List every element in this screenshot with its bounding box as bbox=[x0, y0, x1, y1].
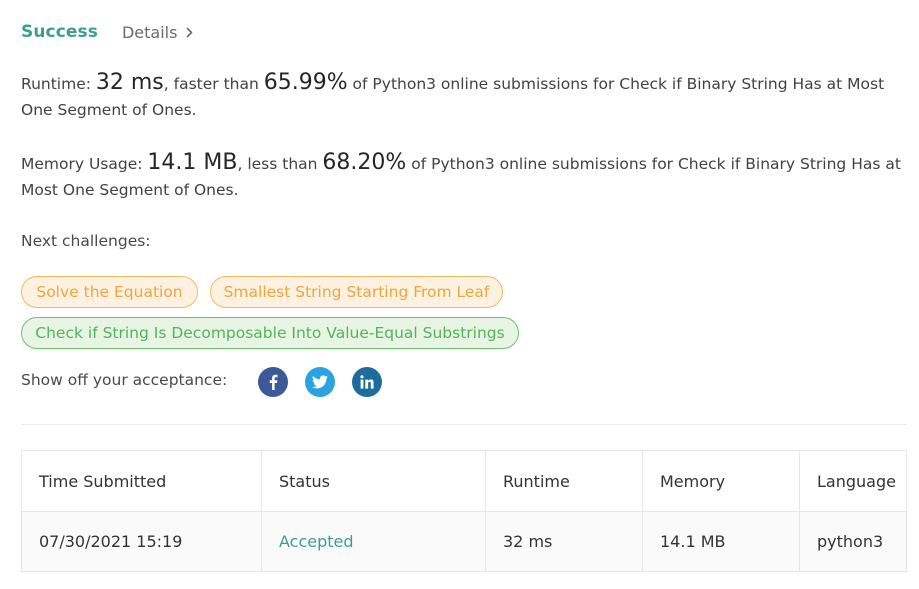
details-label: Details bbox=[121, 22, 178, 42]
runtime-percent: 65.99% bbox=[263, 70, 348, 95]
challenge-chip-smallest-string[interactable]: Smallest String Starting From Leaf bbox=[210, 276, 503, 308]
next-challenges-label: Next challenges: bbox=[21, 232, 151, 250]
section-divider bbox=[21, 424, 907, 425]
column-header-language[interactable]: Language bbox=[799, 450, 907, 512]
runtime-label: Runtime: bbox=[21, 75, 96, 93]
runtime-comparison: , faster than bbox=[163, 75, 264, 93]
column-header-runtime[interactable]: Runtime bbox=[485, 450, 643, 512]
column-header-time[interactable]: Time Submitted bbox=[21, 450, 262, 512]
facebook-share-button[interactable] bbox=[258, 367, 288, 397]
memory-label: Memory Usage: bbox=[21, 155, 148, 173]
submissions-table: Time Submitted Status Runtime Memory Lan… bbox=[21, 450, 907, 572]
cell-runtime: 32 ms bbox=[485, 511, 643, 572]
share-label: Show off your acceptance: bbox=[21, 371, 228, 389]
linkedin-icon bbox=[360, 375, 374, 389]
memory-percent: 68.20% bbox=[322, 150, 407, 175]
accepted-status-link[interactable]: Accepted bbox=[279, 532, 354, 551]
runtime-value: 32 ms bbox=[95, 70, 164, 95]
table-row: 07/30/2021 15:19 Accepted 32 ms 14.1 MB … bbox=[21, 511, 907, 572]
twitter-share-button[interactable] bbox=[305, 367, 335, 397]
result-header: Success Details bbox=[21, 20, 193, 44]
memory-value: 14.1 MB bbox=[147, 150, 238, 175]
cell-language: python3 bbox=[799, 511, 907, 572]
runtime-summary: Runtime: 32 ms, faster than 65.99% of Py… bbox=[21, 70, 911, 123]
table-header-row: Time Submitted Status Runtime Memory Lan… bbox=[21, 450, 907, 512]
cell-memory: 14.1 MB bbox=[642, 511, 800, 572]
details-link[interactable]: Details bbox=[122, 23, 193, 42]
cell-status: Accepted bbox=[261, 511, 486, 572]
facebook-icon bbox=[269, 374, 278, 390]
cell-time-submitted: 07/30/2021 15:19 bbox=[21, 511, 262, 572]
memory-comparison: , less than bbox=[237, 155, 323, 173]
linkedin-share-button[interactable] bbox=[352, 367, 382, 397]
challenge-chip-solve-the-equation[interactable]: Solve the Equation bbox=[21, 276, 198, 308]
challenge-chip-decomposable-string[interactable]: Check if String Is Decomposable Into Val… bbox=[21, 317, 519, 349]
twitter-icon bbox=[312, 375, 328, 389]
chevron-right-icon bbox=[187, 27, 193, 37]
memory-summary: Memory Usage: 14.1 MB, less than 68.20% … bbox=[21, 150, 911, 203]
submission-status: Success bbox=[21, 22, 98, 42]
column-header-status[interactable]: Status bbox=[261, 450, 486, 512]
column-header-memory[interactable]: Memory bbox=[642, 450, 800, 512]
